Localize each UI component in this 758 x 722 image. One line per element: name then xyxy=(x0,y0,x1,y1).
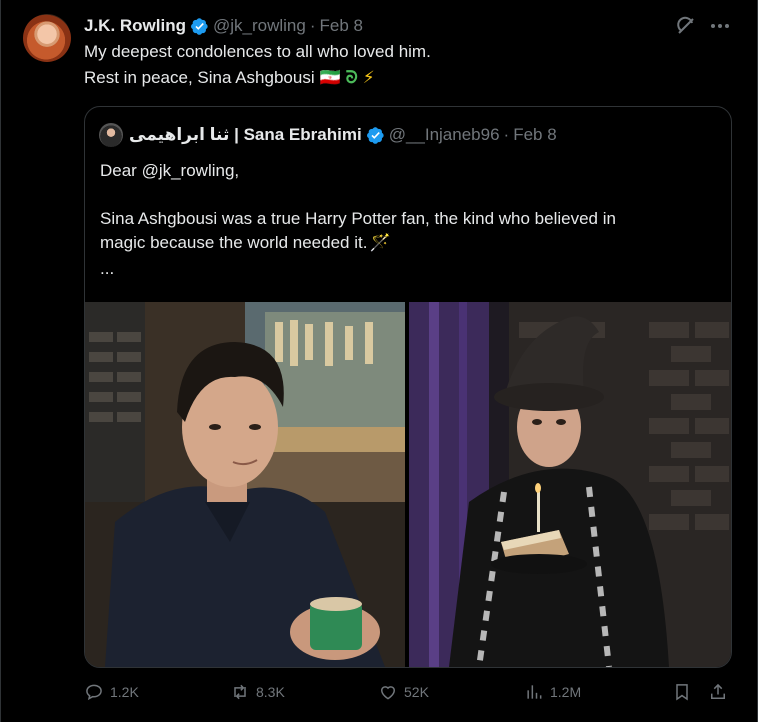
repost-count: 8.3K xyxy=(256,684,285,700)
quote-header-separator: · xyxy=(503,125,510,144)
repost-button[interactable]: 8.3K xyxy=(230,682,285,702)
photo-man-with-sorting-hat[interactable] xyxy=(409,302,731,667)
reply-button[interactable]: 1.2K xyxy=(84,682,139,702)
views-icon xyxy=(527,685,542,699)
tweet-date[interactable]: Feb 8 xyxy=(320,16,363,36)
tweet-actions: 1.2K 8.3K 52K 1.2M xyxy=(84,682,730,706)
author-name[interactable]: J.K. Rowling xyxy=(84,16,186,36)
verified-badge-icon xyxy=(191,17,208,35)
header-separator: · xyxy=(309,16,316,35)
more-icon[interactable] xyxy=(708,14,732,38)
quote-author-handle[interactable]: @__Injaneb96 xyxy=(389,125,500,145)
views-count: 1.2M xyxy=(550,684,582,700)
lightning-emoji: ⚡ xyxy=(362,68,375,87)
bookmark-button[interactable] xyxy=(672,682,692,702)
quote-show-more[interactable]: ... xyxy=(100,259,114,279)
tweet-header: J.K. Rowling @jk_rowling · Feb 8 xyxy=(84,14,363,38)
quoted-tweet[interactable]: ثنا ابراهیمی | Sana Ebrahimi @__Injaneb9… xyxy=(84,106,732,668)
like-button[interactable]: 52K xyxy=(378,682,429,702)
grok-icon[interactable] xyxy=(674,14,698,38)
tweet-text-line-1: My deepest condolences to all who loved … xyxy=(84,42,431,61)
magic-wand-emoji: 🪄 xyxy=(369,233,391,252)
quote-author-name[interactable]: ثنا ابراهیمی | Sana Ebrahimi xyxy=(129,125,362,145)
share-button[interactable] xyxy=(708,682,728,702)
quote-date[interactable]: Feb 8 xyxy=(513,125,556,145)
divider-left xyxy=(0,0,1,722)
views-button[interactable]: 1.2M xyxy=(524,682,581,702)
like-icon xyxy=(380,686,396,700)
tweet-text-line-2: Rest in peace, Sina Ashgbousi 🇮🇷 ᘐ ⚡ xyxy=(84,68,375,88)
quote-text-line-2: Sina Ashgbousi was a true Harry Potter f… xyxy=(100,209,616,228)
like-count: 52K xyxy=(404,684,429,700)
bookmark-icon xyxy=(676,684,688,701)
photo-man-with-mug[interactable] xyxy=(85,302,405,667)
share-icon xyxy=(711,683,725,699)
author-handle[interactable]: @jk_rowling xyxy=(213,16,306,36)
quote-text-line-1: Dear @jk_rowling, xyxy=(100,161,240,180)
quote-text-line-3-words: magic because the world needed it. xyxy=(100,233,368,252)
quote-text-line-3: magic because the world needed it. 🪄 xyxy=(100,233,391,253)
repost-icon xyxy=(234,684,246,700)
quote-header: ثنا ابراهیمی | Sana Ebrahimi @__Injaneb9… xyxy=(99,123,557,147)
reply-icon xyxy=(86,684,102,701)
reply-count: 1.2K xyxy=(110,684,139,700)
tweet-text-line-2-words: Rest in peace, Sina Ashgbousi xyxy=(84,68,315,87)
verified-badge-icon xyxy=(366,126,384,144)
iran-flag-emoji: 🇮🇷 xyxy=(319,68,341,87)
tweet[interactable]: J.K. Rowling @jk_rowling · Feb 8 My deep… xyxy=(0,0,758,722)
snake-glyph-emoji: ᘐ xyxy=(345,68,358,87)
author-avatar[interactable] xyxy=(23,14,71,62)
quote-author-avatar[interactable] xyxy=(99,123,123,147)
